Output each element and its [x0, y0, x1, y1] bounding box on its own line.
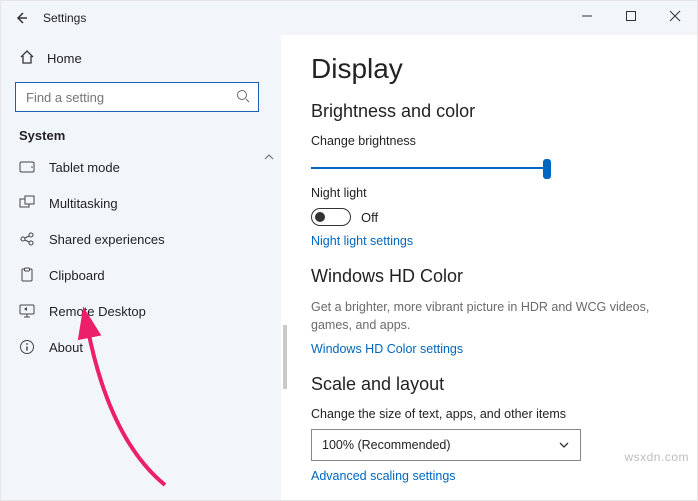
content-scrollbar[interactable] — [283, 325, 287, 389]
scale-label: Change the size of text, apps, and other… — [311, 407, 673, 421]
hdcolor-settings-link[interactable]: Windows HD Color settings — [311, 342, 673, 356]
clipboard-icon — [19, 267, 35, 283]
scale-dropdown[interactable]: 100% (Recommended) — [311, 429, 581, 461]
nav-item-label: Tablet mode — [49, 160, 120, 175]
nav-item-label: Multitasking — [49, 196, 118, 211]
nav-item-label: About — [49, 340, 83, 355]
home-icon — [19, 49, 35, 68]
brightness-label: Change brightness — [311, 134, 673, 148]
close-icon — [670, 11, 680, 21]
minimize-button[interactable] — [565, 1, 609, 31]
section-hdcolor-title: Windows HD Color — [311, 266, 673, 287]
titlebar: Settings — [1, 1, 697, 35]
window-controls — [565, 1, 697, 31]
night-light-state: Off — [361, 210, 378, 225]
tablet-icon — [19, 159, 35, 175]
toggle-knob — [315, 212, 325, 222]
search-wrap — [1, 82, 281, 126]
nav-home-label: Home — [47, 51, 82, 66]
maximize-button[interactable] — [609, 1, 653, 31]
nav-item-shared-experiences[interactable]: Shared experiences — [1, 221, 281, 257]
search-field[interactable] — [24, 89, 236, 106]
nav-item-multitasking[interactable]: Multitasking — [1, 185, 281, 221]
settings-window: Settings Home — [0, 0, 698, 501]
chevron-down-icon — [558, 439, 570, 451]
left-panel: Home System Tablet mode — [1, 35, 281, 500]
multitasking-icon — [19, 195, 35, 211]
hdcolor-description: Get a brighter, more vibrant picture in … — [311, 299, 651, 334]
nav-item-tablet-mode[interactable]: Tablet mode — [1, 149, 281, 185]
arrow-left-icon — [14, 11, 28, 25]
scroll-up-button[interactable] — [261, 149, 277, 165]
nav-list: Tablet mode Multitasking Shared experien… — [1, 149, 281, 500]
category-label: System — [1, 126, 281, 149]
body: Home System Tablet mode — [1, 35, 697, 500]
minimize-icon — [582, 11, 592, 21]
slider-track — [311, 167, 551, 169]
nav-item-about[interactable]: About — [1, 329, 281, 365]
night-light-settings-link[interactable]: Night light settings — [311, 234, 673, 248]
close-button[interactable] — [653, 1, 697, 31]
night-light-label: Night light — [311, 186, 673, 200]
remote-desktop-icon — [19, 303, 35, 319]
nav-item-clipboard[interactable]: Clipboard — [1, 257, 281, 293]
scale-dropdown-value: 100% (Recommended) — [322, 438, 451, 452]
advanced-scaling-link[interactable]: Advanced scaling settings — [311, 469, 673, 483]
brightness-slider[interactable] — [311, 156, 551, 180]
nav-item-label: Clipboard — [49, 268, 105, 283]
window-title: Settings — [41, 11, 86, 25]
info-icon — [19, 339, 35, 355]
nav-item-label: Remote Desktop — [49, 304, 146, 319]
content-panel: Display Brightness and color Change brig… — [281, 35, 697, 500]
section-brightness-title: Brightness and color — [311, 101, 673, 122]
night-light-toggle-row: Off — [311, 208, 673, 226]
share-icon — [19, 231, 35, 247]
search-input[interactable] — [15, 82, 259, 112]
search-icon — [236, 89, 250, 106]
section-scale-title: Scale and layout — [311, 374, 673, 395]
maximize-icon — [626, 11, 636, 21]
nav-item-remote-desktop[interactable]: Remote Desktop — [1, 293, 281, 329]
back-button[interactable] — [1, 1, 41, 35]
nav-home[interactable]: Home — [1, 43, 281, 82]
slider-thumb[interactable] — [543, 159, 551, 179]
nav-item-label: Shared experiences — [49, 232, 165, 247]
page-title: Display — [311, 53, 673, 85]
chevron-up-icon — [264, 152, 274, 162]
night-light-toggle[interactable] — [311, 208, 351, 226]
watermark: wsxdn.com — [624, 450, 689, 464]
